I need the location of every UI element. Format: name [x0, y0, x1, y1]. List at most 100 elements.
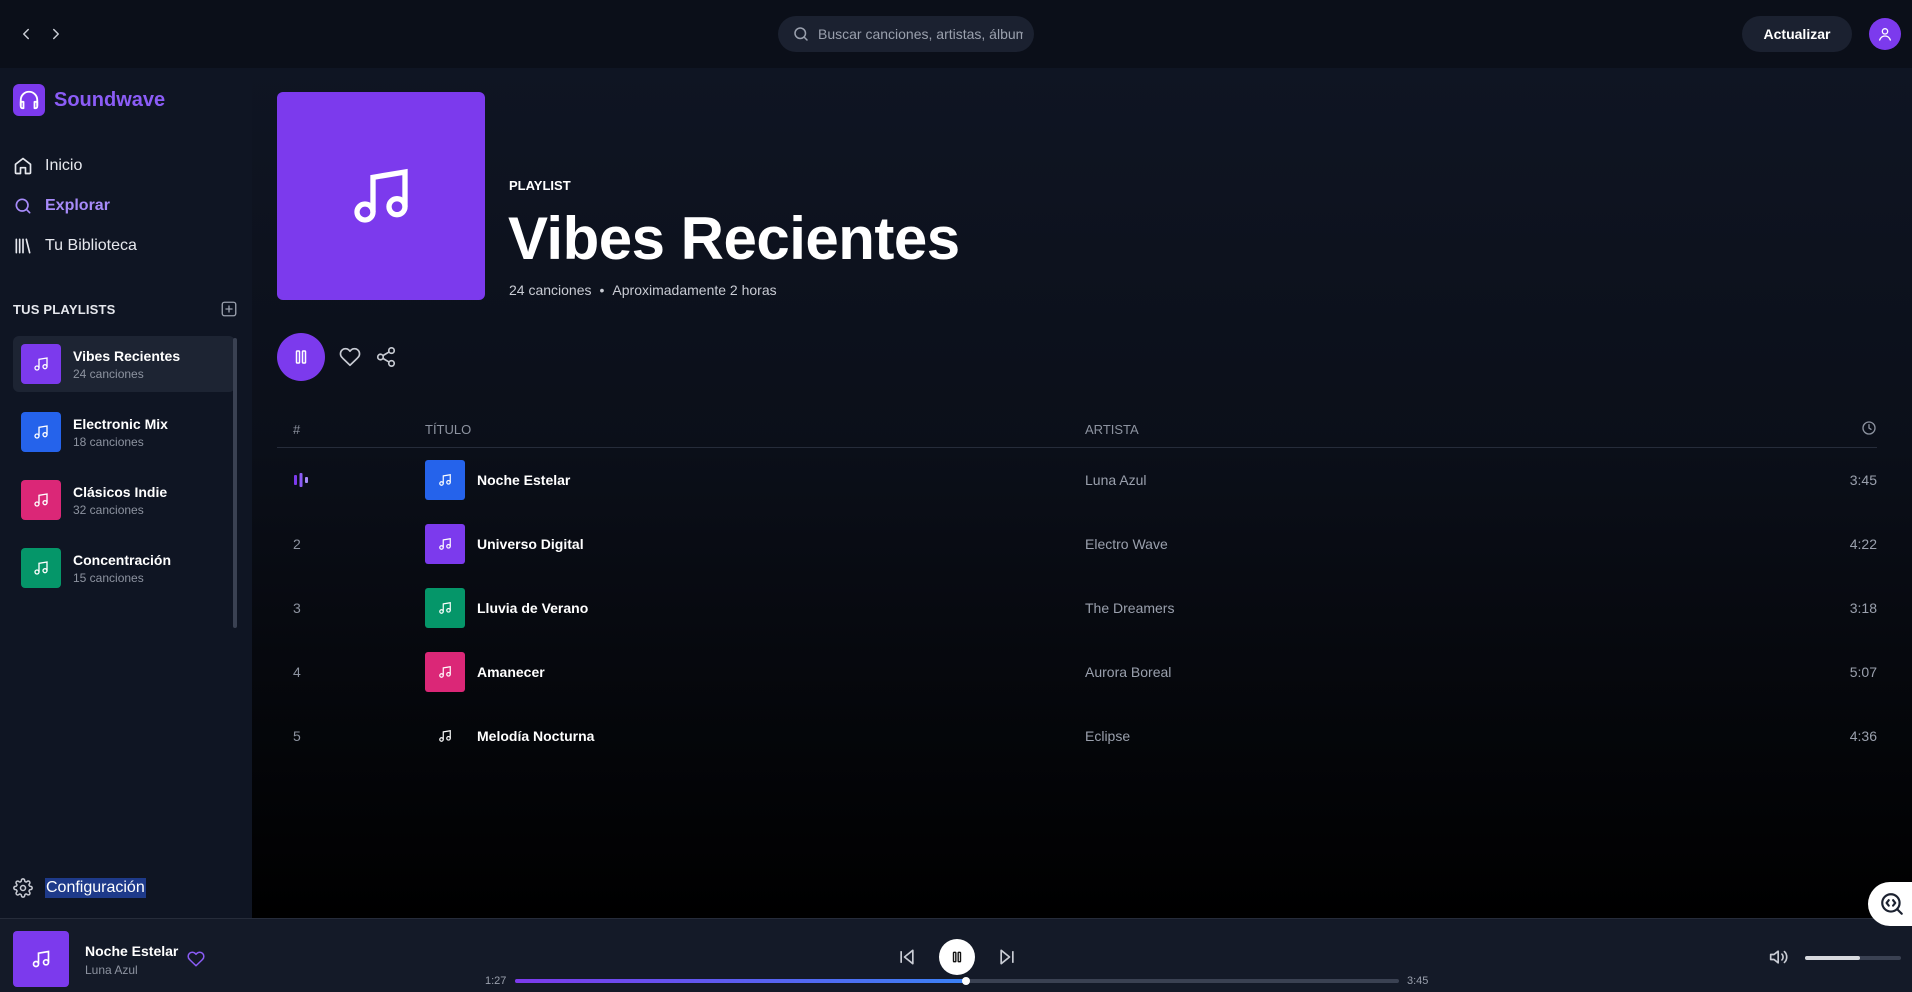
total-time: 3:45 [1407, 975, 1429, 987]
now-playing-title[interactable]: Noche Estelar [85, 943, 178, 959]
settings-link[interactable]: Configuración [13, 878, 146, 898]
playlist-meta: 24 canciones • Aproximadamente 2 horas [509, 282, 777, 298]
track-title-cell: Noche Estelar [425, 448, 570, 512]
track-title-cell: Lluvia de Verano [425, 576, 588, 640]
logo[interactable]: Soundwave [13, 84, 165, 116]
header-number: # [293, 422, 301, 437]
header-artist: ARTISTA [1085, 422, 1139, 437]
volume-slider[interactable] [1805, 956, 1901, 960]
playlist-list: Vibes Recientes 24 canciones Electronic … [13, 336, 235, 646]
skip-previous-icon[interactable] [897, 947, 917, 967]
sidebar-playlist-electronic-mix[interactable]: Electronic Mix 18 canciones [13, 404, 235, 460]
music-note-icon [21, 548, 61, 588]
now-playing-cover[interactable] [13, 931, 69, 987]
track-duration: 3:18 [1849, 600, 1877, 616]
playlist-name: Electronic Mix [73, 415, 168, 432]
nav-item-explore[interactable]: Explorar [13, 186, 137, 226]
upgrade-button[interactable]: Actualizar [1742, 16, 1852, 52]
player-pause-button[interactable] [939, 939, 975, 975]
music-note-icon [425, 652, 465, 692]
settings-label: Configuración [45, 878, 146, 898]
forward-button[interactable] [42, 20, 70, 48]
track-artist[interactable]: Aurora Boreal [1085, 640, 1171, 704]
playlists-header: TUS PLAYLISTS [13, 300, 238, 318]
table-row[interactable]: 2 Universo Digital Electro Wave 4:22 [277, 512, 1877, 576]
playlists-title: TUS PLAYLISTS [13, 301, 116, 317]
chevron-left-icon [23, 28, 29, 40]
code-search-icon [1881, 893, 1903, 915]
home-icon [14, 157, 32, 175]
playlist-duration: Aproximadamente 2 horas [612, 282, 777, 298]
track-title: Melodía Nocturna [477, 728, 595, 744]
add-playlist-icon[interactable] [220, 300, 238, 318]
song-count: 24 canciones [509, 282, 592, 298]
track-title-cell: Melodía Nocturna [425, 704, 594, 768]
track-duration: 3:45 [1849, 472, 1877, 488]
playlist-name: Concentración [73, 551, 172, 568]
library-icon [15, 238, 31, 254]
pause-icon [295, 350, 307, 364]
track-title: Lluvia de Verano [477, 600, 589, 616]
back-button[interactable] [12, 20, 40, 48]
playlist-count: 32 canciones [73, 502, 144, 517]
user-avatar[interactable] [1869, 18, 1901, 50]
search-icon [794, 27, 808, 41]
track-artist[interactable]: Luna Azul [1085, 448, 1147, 512]
nav-item-home[interactable]: Inicio [13, 146, 137, 186]
separator-dot: • [599, 282, 605, 298]
nav-label: Tu Biblioteca [45, 237, 137, 254]
track-number: 2 [293, 536, 301, 552]
search-box[interactable] [778, 16, 1034, 52]
player-bar: Noche Estelar Luna Azul 1:27 3:45 [0, 918, 1912, 992]
nav-label: Inicio [45, 157, 83, 174]
music-note-icon [32, 950, 50, 968]
track-table: # TÍTULO ARTISTA Noche Estelar Luna Azul… [277, 412, 1877, 768]
playlist-scrollbar[interactable] [233, 338, 237, 628]
progress-bar[interactable] [515, 977, 1399, 985]
music-note-icon [425, 524, 465, 564]
track-artist[interactable]: Electro Wave [1085, 512, 1168, 576]
music-note-icon [21, 480, 61, 520]
pause-button[interactable] [277, 333, 325, 381]
sidebar-playlist-clasicos-indie[interactable]: Clásicos Indie 32 canciones [13, 472, 235, 528]
sidebar-playlist-vibes-recientes[interactable]: Vibes Recientes 24 canciones [13, 336, 235, 392]
clock-icon [1861, 420, 1877, 436]
track-title: Amanecer [477, 664, 545, 680]
track-duration: 4:22 [1849, 536, 1877, 552]
heart-icon[interactable] [339, 346, 361, 368]
track-artist[interactable]: Eclipse [1085, 704, 1130, 768]
track-title: Noche Estelar [477, 472, 571, 488]
track-title: Universo Digital [477, 536, 584, 552]
header-title: TÍTULO [425, 422, 472, 437]
table-row[interactable]: 3 Lluvia de Verano The Dreamers 3:18 [277, 576, 1877, 640]
playlist-name: Clásicos Indie [73, 483, 168, 500]
playlist-count: 18 canciones [73, 434, 144, 449]
sidebar-playlist-concentracion[interactable]: Concentración 15 canciones [13, 540, 235, 596]
search-icon [15, 198, 31, 214]
skip-next-icon[interactable] [997, 947, 1017, 967]
track-title-cell: Amanecer [425, 640, 545, 704]
table-row[interactable]: 4 Amanecer Aurora Boreal 5:07 [277, 640, 1877, 704]
pause-icon [952, 951, 962, 963]
code-inspect-button[interactable] [1868, 882, 1912, 926]
table-row[interactable]: Noche Estelar Luna Azul 3:45 [277, 448, 1877, 512]
table-header: # TÍTULO ARTISTA [277, 412, 1877, 448]
share-icon[interactable] [375, 346, 397, 368]
search-input[interactable] [818, 26, 1023, 42]
music-note-icon [425, 460, 465, 500]
nav-item-library[interactable]: Tu Biblioteca [13, 226, 137, 266]
current-time: 1:27 [485, 975, 507, 987]
playlist-cover [277, 92, 485, 300]
music-note-icon [21, 344, 61, 384]
progress-knob[interactable] [961, 977, 970, 985]
table-row[interactable]: 5 Melodía Nocturna Eclipse 4:36 [277, 704, 1877, 768]
now-playing-artist[interactable]: Luna Azul [85, 963, 138, 977]
track-number: 4 [293, 664, 301, 680]
main-content: PLAYLIST Vibes Recientes 24 canciones • … [252, 68, 1912, 918]
volume-icon[interactable] [1769, 947, 1789, 967]
playlist-type-label: PLAYLIST [509, 178, 571, 193]
track-artist[interactable]: The Dreamers [1085, 576, 1174, 640]
heart-icon[interactable] [187, 950, 205, 968]
chevron-right-icon [53, 28, 59, 40]
sidebar: Soundwave Inicio Explorar Tu Biblioteca … [0, 68, 252, 918]
